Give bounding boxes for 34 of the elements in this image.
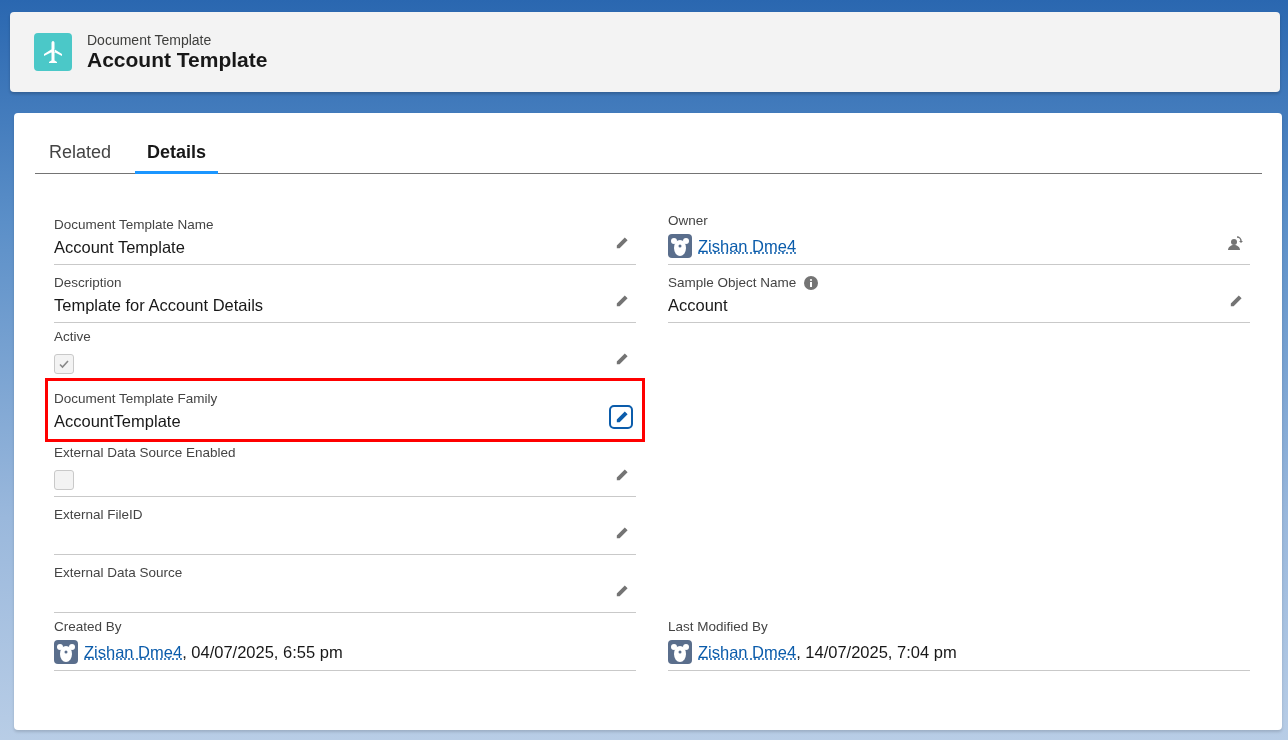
bear-avatar-icon	[54, 640, 78, 664]
record-title: Account Template	[87, 48, 268, 72]
field-label: Last Modified By	[668, 619, 768, 634]
field-label: Created By	[54, 619, 122, 634]
edit-button[interactable]	[609, 405, 633, 429]
airplane-icon	[34, 33, 72, 71]
field-label: Description	[54, 275, 122, 290]
object-type: Document Template	[87, 32, 213, 48]
checkbox[interactable]	[54, 470, 74, 490]
field-label: External Data Source	[54, 565, 183, 580]
checkbox[interactable]	[54, 354, 74, 374]
timestamp-text: , 14/07/2025, 7:04 pm	[796, 642, 957, 662]
field-label: Active	[54, 329, 91, 344]
user-link[interactable]: Zishan Dme4	[84, 642, 183, 662]
bear-avatar-icon	[668, 640, 692, 664]
person-arrow-icon	[1227, 235, 1243, 251]
user-link[interactable]: Zishan Dme4	[698, 236, 797, 256]
tab[interactable]: Related	[37, 133, 124, 174]
field-label: External Data Source Enabled	[54, 445, 236, 460]
field-label: Document Template Name	[54, 217, 214, 232]
checkmark-icon	[58, 358, 70, 370]
field-value: Account	[668, 296, 729, 316]
user-link[interactable]: Zishan Dme4	[698, 642, 797, 662]
field-value: Template for Account Details	[54, 296, 264, 316]
field-label: Document Template Family	[54, 391, 218, 406]
tab[interactable]: Details	[135, 133, 219, 174]
timestamp-text: , 04/07/2025, 6:55 pm	[182, 642, 343, 662]
field-label: Sample Object Name	[668, 275, 797, 290]
bear-avatar-icon	[668, 234, 692, 258]
field-label: External FileID	[54, 507, 143, 522]
field-value: AccountTemplate	[54, 412, 182, 432]
field-label: Owner	[668, 213, 708, 228]
info-icon	[804, 275, 819, 290]
field-value: Account Template	[54, 238, 186, 258]
